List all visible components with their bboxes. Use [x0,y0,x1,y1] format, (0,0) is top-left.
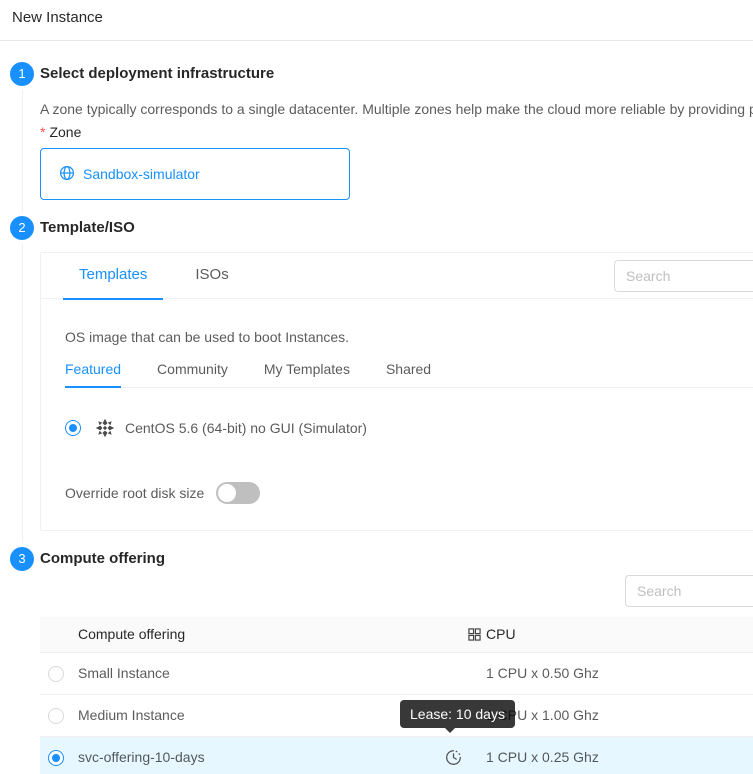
tab-templates[interactable]: Templates [63,253,163,299]
zone-card-sandbox-simulator[interactable]: Sandbox-simulator [40,148,350,200]
offering-radio[interactable] [48,750,64,766]
compute-offering-search-input[interactable] [625,575,753,607]
template-tab-bar: Templates ISOs [41,253,753,299]
page-title: New Instance [0,0,753,41]
override-root-disk-toggle[interactable] [216,482,260,504]
table-row-svc-offering-10-days[interactable]: svc-offering-10-days 1 CPU x 0.25 Ghz [40,737,753,774]
filter-tab-featured[interactable]: Featured [65,357,121,387]
offering-radio[interactable] [48,666,64,682]
offering-name: Small Instance [78,665,170,681]
template-radio[interactable] [65,420,81,436]
step-connector-line [22,90,23,212]
offering-name: svc-offering-10-days [78,749,205,765]
clock-icon[interactable] [445,749,462,766]
step-connector-line [22,244,23,543]
offering-cpu: 1 CPU x 0.50 Ghz [486,665,599,681]
filter-tab-my-templates[interactable]: My Templates [264,357,350,387]
step-3-number-badge: 3 [10,547,34,571]
template-filter-tabs: Featured Community My Templates Shared [65,357,753,388]
step-2-title: Template/ISO [40,216,753,240]
override-root-disk-row: Override root disk size [65,482,753,504]
offering-cpu: 1 CPU x 0.25 Ghz [486,749,599,765]
table-row-small-instance[interactable]: Small Instance 1 CPU x 0.50 Ghz [40,653,753,695]
template-panel: Templates ISOs OS image that can be used… [40,252,753,531]
template-option-centos[interactable]: CentOS 5.6 (64-bit) no GUI (Simulator) [65,418,753,438]
grid-icon [468,628,481,641]
override-root-disk-label: Override root disk size [65,485,204,501]
template-name: CentOS 5.6 (64-bit) no GUI (Simulator) [125,420,367,436]
step-deployment-infrastructure: 1 Select deployment infrastructure A zon… [10,62,753,216]
zone-name: Sandbox-simulator [83,166,200,182]
zone-field-label: *Zone [40,122,753,142]
compute-offering-table: Compute offering CPU Small Instance [40,617,753,774]
required-mark: * [40,124,45,140]
template-description: OS image that can be used to boot Instan… [65,327,753,347]
table-header-row: Compute offering CPU [40,617,753,653]
step-1-title: Select deployment infrastructure [40,62,753,86]
wizard-steps: 1 Select deployment infrastructure A zon… [0,41,753,774]
column-header-cpu: CPU [468,626,516,642]
offering-radio[interactable] [48,708,64,724]
step-compute-offering: 3 Compute offering Compute offering [10,547,753,774]
step-1-number-badge: 1 [10,62,34,86]
toggle-knob [218,484,236,502]
step-2-number-badge: 2 [10,216,34,240]
lease-tooltip: Lease: 10 days [400,700,515,728]
new-instance-page: New Instance 1 Select deployment infrast… [0,0,753,774]
column-header-compute-offering: Compute offering [78,626,185,642]
table-row-medium-instance[interactable]: Medium Instance 1 CPU x 1.00 Ghz [40,695,753,737]
filter-tab-community[interactable]: Community [157,357,228,387]
centos-logo-icon [95,418,115,438]
template-search-input[interactable] [614,260,753,292]
step-3-title: Compute offering [40,547,753,571]
zone-description: A zone typically corresponds to a single… [40,99,753,119]
step-template-iso: 2 Template/ISO Templates ISOs OS image t… [10,216,753,547]
globe-icon [59,165,75,184]
offering-name: Medium Instance [78,707,185,723]
tab-isos[interactable]: ISOs [179,253,244,299]
filter-tab-shared[interactable]: Shared [386,357,431,387]
